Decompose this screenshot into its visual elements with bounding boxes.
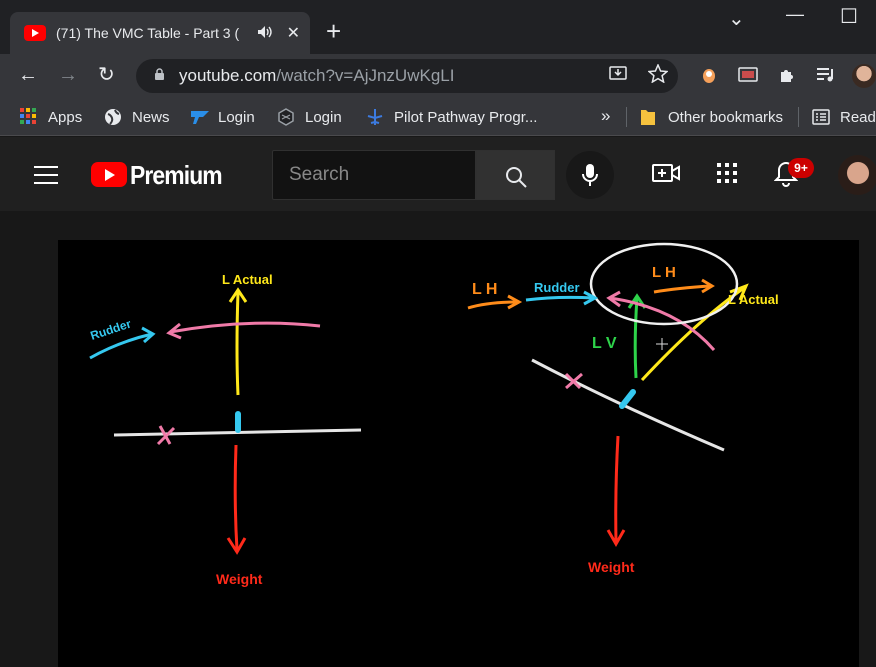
bookmark-news[interactable]: News — [104, 108, 170, 126]
video-player[interactable]: L Actual Rudder Weight L H Rudder L H L … — [58, 240, 859, 667]
forward-button[interactable]: → — [58, 64, 78, 86]
bookmark-label: Login — [218, 108, 255, 126]
bookmark-login-2[interactable]: Login — [277, 108, 342, 126]
watch-page: L Actual Rudder Weight L H Rudder L H L … — [0, 211, 876, 667]
youtube-favicon-icon — [24, 25, 46, 41]
bookmark-label: Login — [305, 108, 342, 126]
lock-icon[interactable] — [154, 68, 165, 84]
right-pink-x-mark — [564, 372, 583, 390]
apps-grid-icon — [20, 108, 38, 126]
folder-icon — [640, 108, 658, 126]
other-bookmarks-folder[interactable]: Other bookmarks — [640, 108, 783, 126]
right-lactual-label: L Actual — [728, 292, 779, 307]
globe-icon — [104, 108, 122, 126]
right-wing-line — [531, 358, 725, 452]
left-weight-label: Weight — [216, 571, 263, 587]
plane-icon — [366, 108, 384, 126]
right-lv-arrow — [633, 297, 639, 379]
minimize-button[interactable]: — — [786, 4, 804, 25]
left-rudder-label: Rudder — [89, 316, 134, 342]
browser-toolbar: ← → ↻ youtube.com/watch?v=AjJnzUwKgLI — [0, 54, 876, 98]
right-lv-label: L V — [592, 335, 617, 352]
reading-list-button[interactable]: Readi — [812, 108, 876, 126]
bookmarks-divider — [798, 107, 799, 127]
cast-extension-icon[interactable] — [738, 66, 758, 84]
search-icon — [506, 167, 527, 188]
browser-tab[interactable]: (71) The VMC Table - Part 3 ( ✕ — [10, 12, 310, 54]
account-avatar[interactable] — [838, 155, 876, 195]
media-queue-icon[interactable] — [816, 66, 834, 84]
login-dark-icon — [277, 108, 295, 126]
whiteboard-drawing: L Actual Rudder Weight L H Rudder L H L … — [89, 242, 779, 587]
right-weight-arrow — [614, 435, 620, 543]
bookmark-label: News — [132, 108, 170, 126]
search-input[interactable] — [289, 164, 469, 186]
bookmark-label: Apps — [48, 108, 83, 126]
youtube-masthead: Premium 9+ — [0, 137, 876, 211]
right-lh-label: L H — [472, 281, 497, 298]
bookmark-pilot-pathway[interactable]: Pilot Pathway Progr... — [366, 108, 537, 126]
bookmarks-overflow-button[interactable]: » — [601, 106, 610, 126]
login-blue-icon — [190, 108, 209, 126]
new-tab-button[interactable]: + — [326, 18, 341, 44]
right-lh-circled-label: L H — [652, 264, 676, 281]
maximize-button[interactable]: ☐ — [840, 4, 858, 29]
apps-icon[interactable] — [716, 162, 738, 184]
reading-list-icon — [812, 108, 830, 126]
back-button[interactable]: ← — [18, 64, 38, 86]
left-pink-force-arrow — [169, 321, 321, 334]
bookmark-apps[interactable]: Apps — [20, 108, 82, 126]
right-weight-label: Weight — [588, 559, 635, 575]
url-host: youtube.com — [179, 66, 277, 85]
left-diagram: L Actual Rudder Weight — [89, 272, 362, 587]
search-box[interactable] — [272, 150, 476, 200]
bookmarks-divider — [626, 107, 627, 127]
notifications-badge: 9+ — [788, 158, 814, 178]
mouse-cursor-icon — [656, 338, 668, 350]
youtube-premium-wordmark[interactable]: Premium — [130, 160, 223, 191]
url-path: /watch?v=AjJnzUwKgLI — [276, 66, 455, 85]
speaker-icon[interactable] — [257, 25, 273, 42]
reading-list-label: Readi — [840, 108, 876, 126]
right-rudder-label: Rudder — [534, 280, 580, 295]
tab-strip: (71) The VMC Table - Part 3 ( ✕ + ⌄ — ☐ — [0, 0, 876, 54]
bookmarks-bar: Apps News Login Login Pilot Pathway Prog… — [0, 98, 876, 136]
profile-avatar[interactable] — [852, 64, 876, 88]
bookmark-label: Pilot Pathway Progr... — [394, 108, 538, 126]
left-weight-arrow — [233, 444, 239, 551]
create-video-icon[interactable] — [652, 162, 680, 184]
other-bookmarks-label: Other bookmarks — [668, 108, 784, 126]
tab-title: (71) The VMC Table - Part 3 ( — [56, 25, 240, 41]
search-button[interactable] — [476, 150, 555, 200]
right-diagram: L H Rudder L H L Actual L V Weight — [467, 242, 779, 575]
voice-search-button[interactable] — [566, 151, 614, 199]
left-lift-arrow — [235, 291, 240, 396]
extensions-puzzle-icon[interactable] — [778, 66, 796, 84]
reload-button[interactable]: ↻ — [98, 64, 115, 86]
tab-close-icon[interactable]: ✕ — [287, 23, 300, 43]
address-bar[interactable]: youtube.com/watch?v=AjJnzUwKgLI — [136, 59, 678, 93]
guide-menu-icon[interactable] — [34, 166, 58, 190]
left-lift-label: L Actual — [222, 272, 273, 287]
bookmark-login-1[interactable]: Login — [190, 108, 255, 126]
youtube-logo-icon[interactable] — [91, 162, 127, 187]
install-app-icon[interactable] — [608, 64, 628, 87]
bookmark-star-icon[interactable] — [647, 63, 669, 88]
microphone-icon — [582, 164, 598, 186]
right-cg-mark — [619, 389, 636, 409]
extension-orange-icon[interactable] — [700, 66, 718, 84]
right-rudder-arrow — [525, 295, 595, 302]
tab-search-dropdown-icon[interactable]: ⌄ — [728, 6, 745, 31]
